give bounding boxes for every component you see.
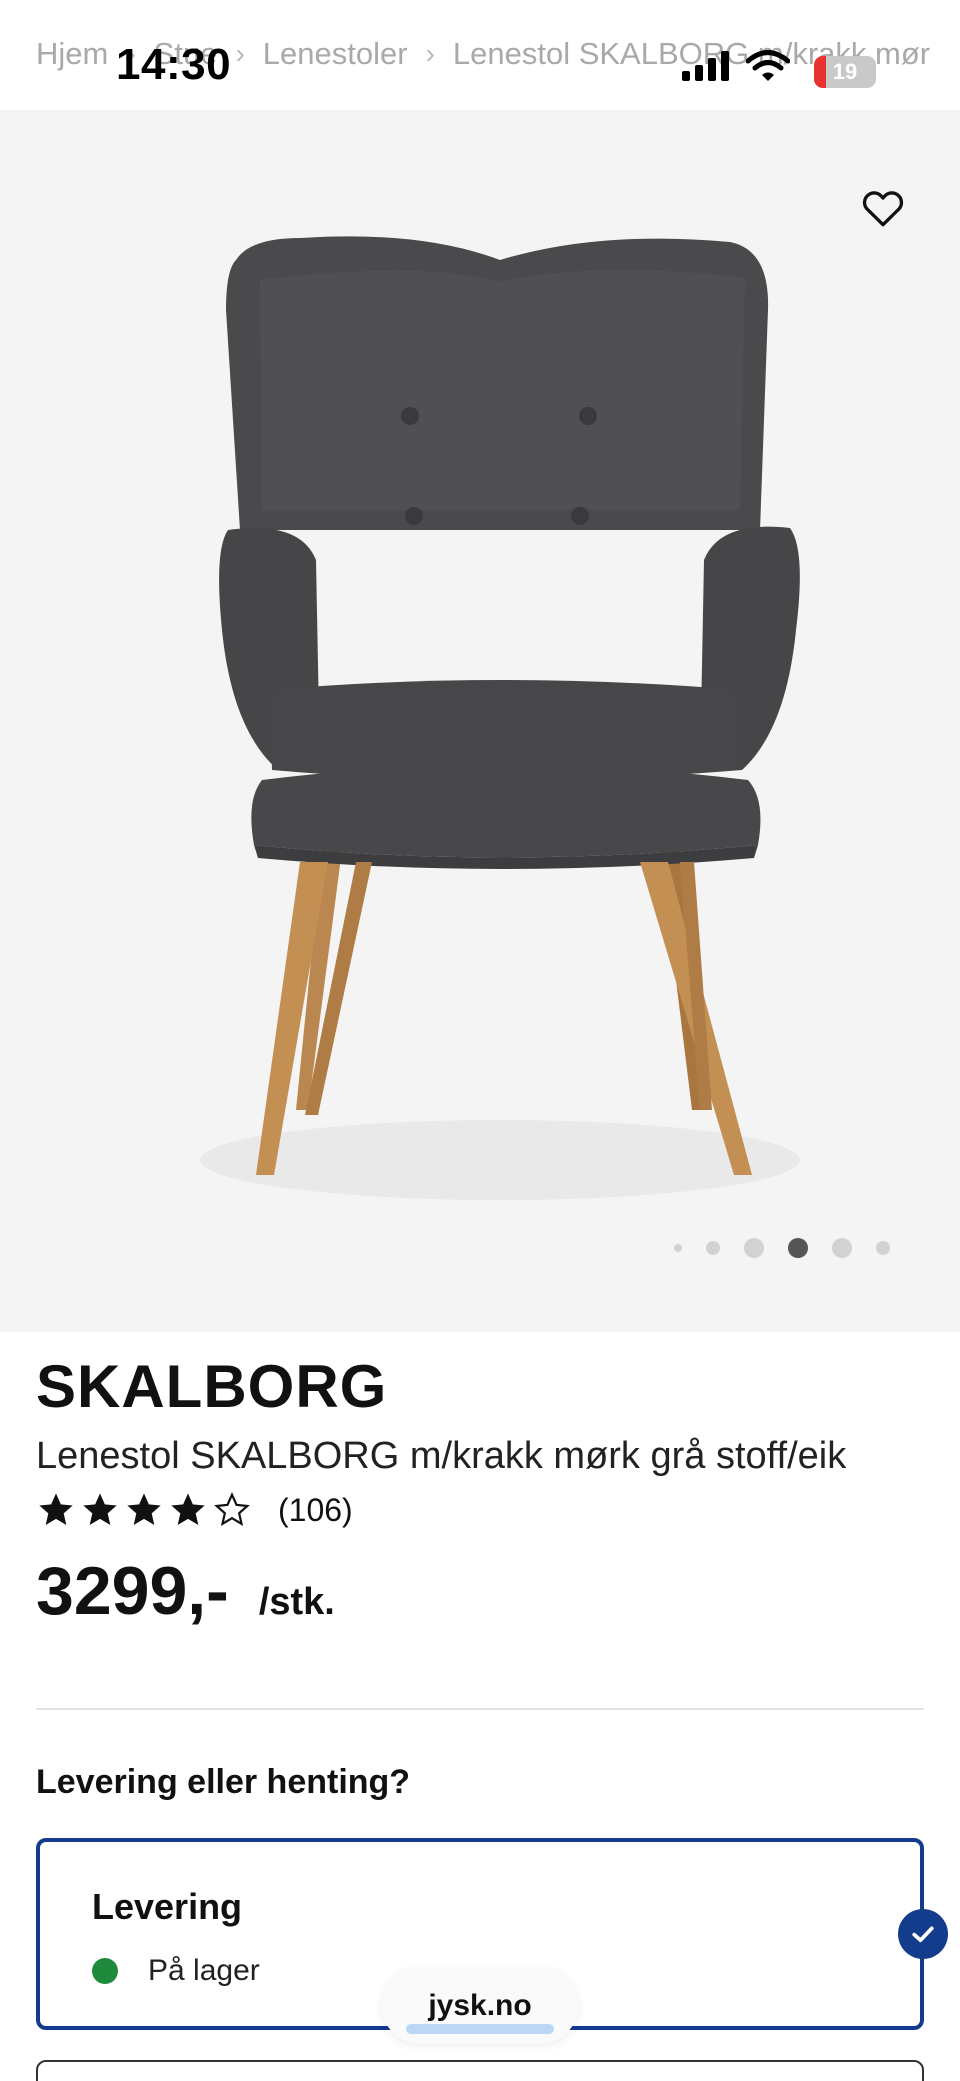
status-time: 14:30 (116, 40, 232, 89)
product-price: 3299,- (36, 1553, 229, 1629)
pagination-dot[interactable] (674, 1244, 682, 1252)
rating-stars (36, 1490, 252, 1530)
price-unit: /stk. (258, 1581, 335, 1623)
star-filled-icon (127, 1493, 161, 1525)
chevron-right-icon: › (235, 38, 245, 69)
breadcrumb-home[interactable]: Hjem (36, 36, 108, 72)
stock-status-text: På lager (148, 1954, 260, 1987)
pagination-dot[interactable] (876, 1241, 890, 1255)
browser-url: jysk.no (428, 1989, 532, 2022)
product-rating[interactable]: (106) (36, 1490, 924, 1530)
product-title: Lenestol SKALBORG m/krakk mørk grå stoff… (36, 1435, 847, 1477)
breadcrumb-lenestoler[interactable]: Lenestoler (263, 36, 408, 72)
stock-status-dot (92, 1958, 118, 1984)
section-divider (36, 1708, 924, 1710)
star-filled-icon (83, 1493, 117, 1525)
star-filled-icon (171, 1493, 205, 1525)
product-image-gallery[interactable] (0, 110, 960, 1332)
wifi-icon (746, 50, 790, 81)
cellular-signal-icon (682, 51, 729, 81)
url-pill-highlight (406, 2024, 554, 2034)
selected-check-icon (898, 1909, 948, 1959)
pagination-dot-active[interactable] (788, 1238, 808, 1258)
favorite-button[interactable] (858, 182, 908, 232)
star-outline-icon (214, 1491, 250, 1527)
delivery-option-title: Levering (92, 1886, 243, 1927)
product-image (200, 236, 800, 1200)
product-info: SKALBORG Lenestol SKALBORG m/krakk mørk … (36, 1352, 924, 1630)
price-row: 3299,- /stk. (36, 1552, 924, 1630)
chevron-right-icon: › (425, 38, 435, 69)
star-filled-icon (39, 1493, 73, 1525)
pagination-dot[interactable] (744, 1238, 764, 1258)
status-icons (682, 50, 790, 82)
gallery-pagination (674, 1238, 890, 1258)
product-brand: SKALBORG (36, 1353, 388, 1420)
delivery-heading: Levering eller henting? (36, 1763, 411, 1801)
top-bar: Hjem › Stue › Lenestoler › Lenestol SKAL… (0, 0, 960, 110)
pagination-dot[interactable] (832, 1238, 852, 1258)
pagination-dot[interactable] (706, 1241, 720, 1255)
rating-count[interactable]: (106) (278, 1492, 353, 1529)
browser-address-pill[interactable]: jysk.no (382, 1968, 578, 2044)
battery-fill (814, 56, 826, 88)
battery-level: 19 (832, 59, 858, 84)
stock-status: På lager (92, 1954, 260, 1988)
battery-indicator: 19 (814, 56, 876, 88)
pickup-option-card[interactable] (36, 2060, 924, 2081)
heart-outline-icon (862, 191, 904, 227)
